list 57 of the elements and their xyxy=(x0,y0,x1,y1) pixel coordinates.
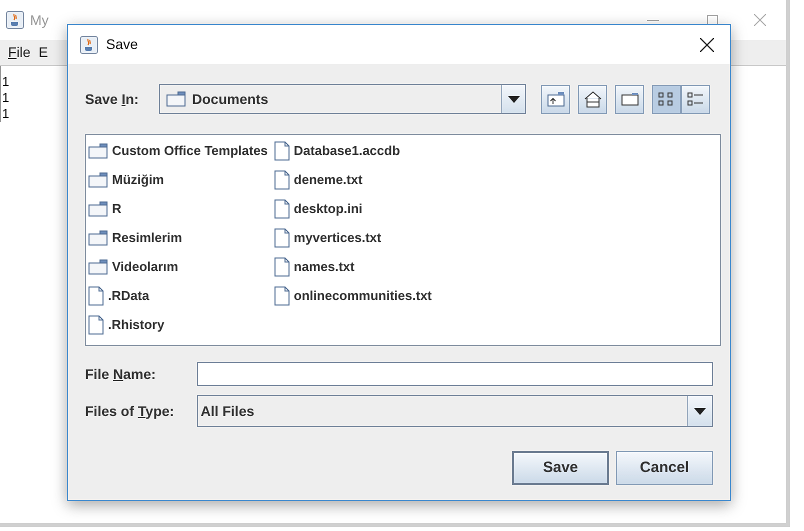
file-icon xyxy=(274,140,290,160)
window-title: My xyxy=(30,10,49,30)
folder-icon xyxy=(88,200,108,216)
folder-icon xyxy=(166,91,186,107)
file-name[interactable]: desktop.ini xyxy=(294,198,362,218)
file-icon xyxy=(274,256,290,276)
up-folder-button[interactable] xyxy=(541,84,570,114)
home-icon xyxy=(584,90,602,108)
menu-item[interactable]: File xyxy=(8,42,31,63)
folder-icon xyxy=(88,142,108,158)
save-button[interactable]: Save xyxy=(512,451,609,485)
file-name[interactable]: .RData xyxy=(108,286,150,306)
file-name-field[interactable] xyxy=(196,362,713,386)
file-icon xyxy=(274,286,290,306)
file-icon xyxy=(88,314,104,334)
menu-item[interactable]: E xyxy=(38,42,48,63)
dialog-title: Save xyxy=(106,35,138,54)
coffee-cup-icon xyxy=(6,11,24,29)
text-line: 1 xyxy=(2,74,10,90)
file-icon xyxy=(274,228,290,248)
file-name[interactable]: .Rhistory xyxy=(108,314,164,334)
folder-icon xyxy=(88,258,108,274)
dropdown-arrow-icon xyxy=(508,96,520,102)
file-type-dropdown[interactable]: All Files xyxy=(196,395,713,427)
save-in-dropdown[interactable]: Documents xyxy=(159,84,526,114)
file-icon xyxy=(88,286,104,306)
list-view-button[interactable] xyxy=(652,84,681,114)
field-label: File Name: xyxy=(85,364,157,384)
cancel-button[interactable]: Cancel xyxy=(616,451,713,485)
file-name[interactable]: Database1.accdb xyxy=(294,140,400,160)
folder-icon xyxy=(620,92,638,106)
folder-icon xyxy=(88,230,108,246)
folder-icon xyxy=(88,172,108,188)
file-name[interactable]: myvertices.txt xyxy=(294,228,382,248)
file-name[interactable]: Resimlerim xyxy=(112,228,182,248)
file-name[interactable]: names.txt xyxy=(294,256,354,276)
file-icon xyxy=(274,198,290,218)
field-label: Files of Type: xyxy=(85,402,176,421)
file-name[interactable]: Custom Office Templates xyxy=(112,140,268,160)
text-line: 1 xyxy=(2,90,10,106)
text-line: 1 xyxy=(2,106,10,122)
details-view-button[interactable] xyxy=(681,84,710,114)
coffee-cup-icon xyxy=(80,36,98,54)
list-view-icon xyxy=(658,92,675,106)
details-view-icon xyxy=(687,92,704,106)
field-label: Save In: xyxy=(85,90,140,108)
file-name[interactable]: deneme.txt xyxy=(294,170,362,190)
file-icon xyxy=(274,170,290,190)
home-button[interactable] xyxy=(578,84,607,114)
file-name[interactable]: R xyxy=(112,198,122,218)
file-name[interactable]: Videolarım xyxy=(112,256,178,276)
dropdown-arrow-icon xyxy=(694,408,706,414)
close-icon[interactable] xyxy=(700,38,714,52)
new-folder-button[interactable] xyxy=(615,84,644,114)
file-name[interactable]: onlinecommunities.txt xyxy=(294,286,432,306)
file-name[interactable]: Müziğim xyxy=(112,170,164,190)
folder-up-icon xyxy=(546,91,564,107)
